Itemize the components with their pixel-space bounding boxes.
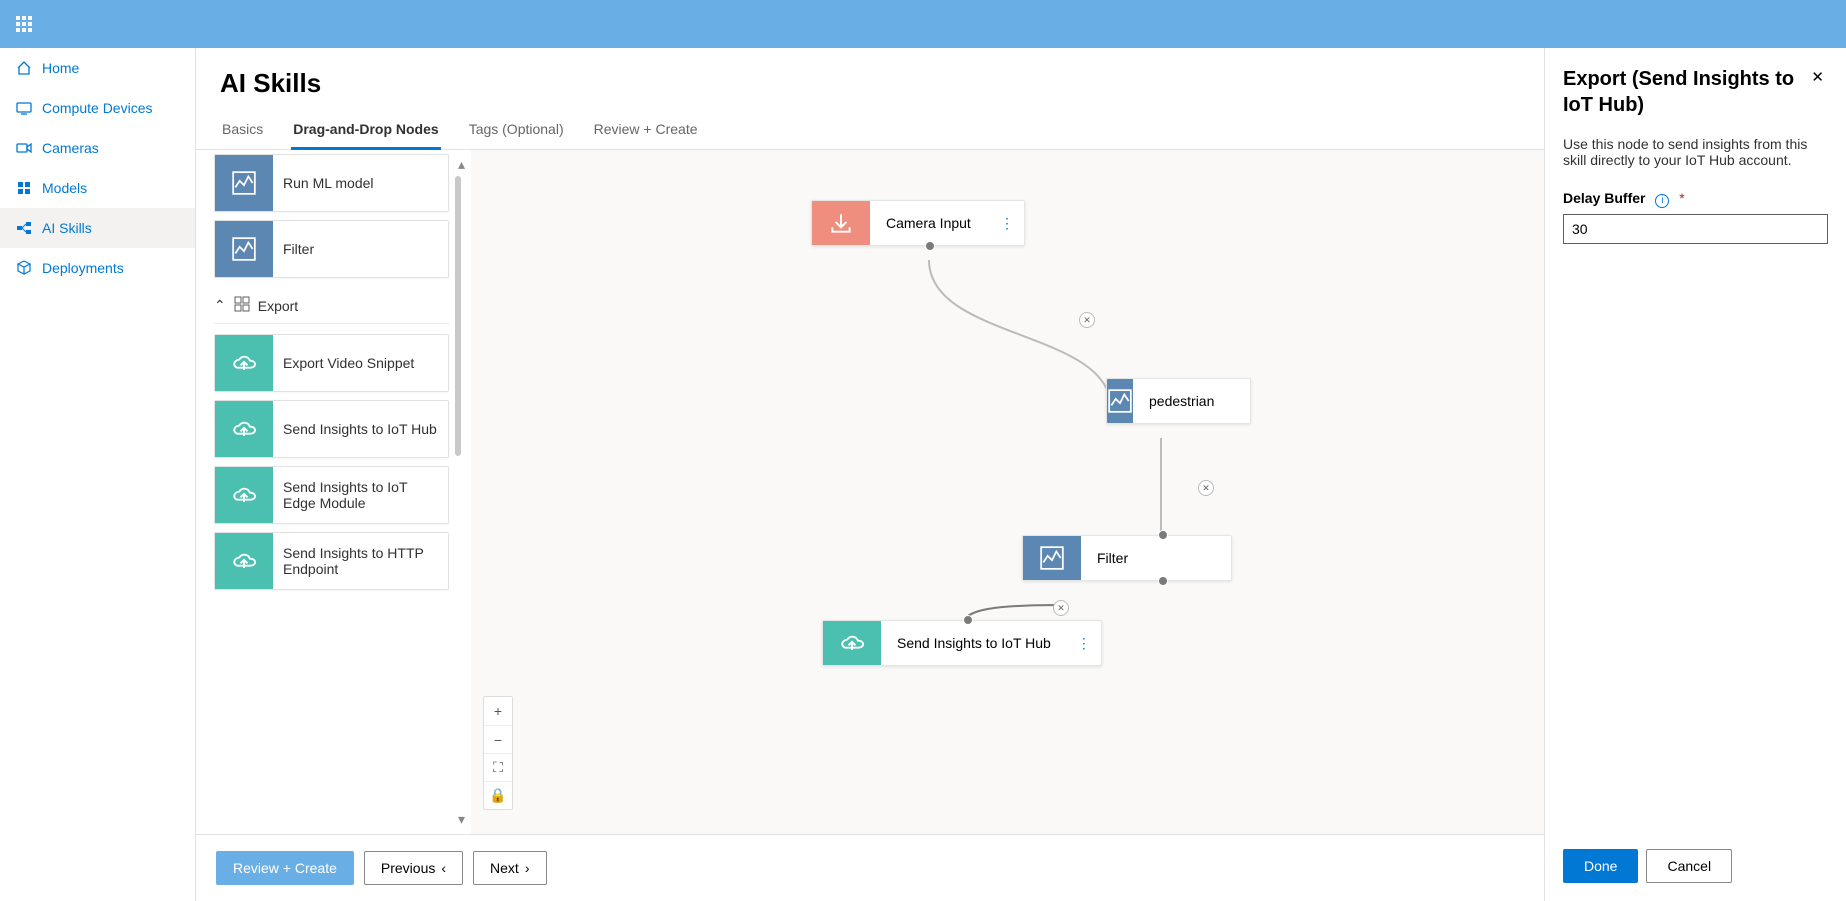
wizard-footer: Review + Create Previous ‹ Next › (196, 834, 1544, 901)
tab-drag-drop-nodes[interactable]: Drag-and-Drop Nodes (291, 113, 440, 150)
palette-category-export[interactable]: ⌃ Export (214, 286, 449, 324)
sidebar-label: AI Skills (42, 220, 92, 236)
tab-review-create[interactable]: Review + Create (592, 113, 700, 149)
delay-buffer-input[interactable] (1563, 214, 1828, 244)
zoom-out-icon[interactable]: − (484, 725, 512, 753)
model-node-icon (215, 221, 273, 277)
edge-delete-icon[interactable]: ✕ (1079, 312, 1095, 328)
scroll-up-icon[interactable]: ▴ (458, 156, 465, 173)
export-node-icon (215, 467, 273, 523)
port-in[interactable] (963, 615, 973, 625)
category-label: Export (258, 298, 298, 314)
node-palette: ▴ Run ML model Filter (196, 150, 471, 834)
export-node-icon (215, 401, 273, 457)
sidebar-item-compute-devices[interactable]: Compute Devices (0, 88, 195, 128)
palette-node-label: Export Video Snippet (273, 347, 448, 379)
delay-buffer-label: Delay Buffer (1563, 190, 1645, 206)
camera-icon (16, 140, 32, 156)
palette-node-label: Run ML model (273, 167, 448, 199)
sidebar-item-cameras[interactable]: Cameras (0, 128, 195, 168)
palette-node-filter[interactable]: Filter (214, 220, 449, 278)
port-in[interactable] (1158, 530, 1168, 540)
export-node-icon (823, 621, 881, 665)
button-label: Previous (381, 860, 435, 876)
export-node-icon (215, 335, 273, 391)
import-icon (812, 201, 870, 245)
fit-view-icon[interactable]: ⛶ (484, 753, 512, 781)
sidebar-label: Home (42, 60, 79, 76)
model-icon (16, 180, 32, 196)
cancel-button[interactable]: Cancel (1646, 849, 1732, 883)
canvas-node-camera-input[interactable]: Camera Input ⋮ (811, 200, 1025, 246)
node-label: pedestrian (1133, 379, 1251, 423)
review-create-button[interactable]: Review + Create (216, 851, 354, 885)
node-label: Filter (1081, 536, 1231, 580)
close-icon[interactable]: ✕ (1807, 66, 1828, 88)
node-label: Camera Input (870, 201, 990, 245)
page-title: AI Skills (220, 68, 1520, 99)
canvas-node-pedestrian[interactable]: pedestrian (1106, 378, 1251, 424)
palette-node-label: Filter (273, 233, 448, 265)
canvas-node-send-insights-iot-hub[interactable]: Send Insights to IoT Hub ⋮ (822, 620, 1102, 666)
export-node-icon (215, 533, 273, 589)
sidebar-item-models[interactable]: Models (0, 168, 195, 208)
edge-delete-icon[interactable]: ✕ (1198, 480, 1214, 496)
palette-node-export-video-snippet[interactable]: Export Video Snippet (214, 334, 449, 392)
panel-description: Use this node to send insights from this… (1563, 136, 1828, 168)
palette-node-run-ml-model[interactable]: Run ML model (214, 154, 449, 212)
palette-node-label: Send Insights to IoT Edge Module (273, 471, 448, 519)
model-node-icon (1107, 379, 1133, 423)
properties-panel: Export (Send Insights to IoT Hub) ✕ Use … (1544, 48, 1846, 901)
panel-title: Export (Send Insights to IoT Hub) (1563, 66, 1807, 118)
export-cat-icon (234, 296, 250, 315)
chevron-up-icon: ⌃ (214, 297, 226, 314)
more-icon[interactable]: ⋮ (990, 201, 1024, 245)
sidebar: Home Compute Devices Cameras Models AI S… (0, 48, 196, 901)
canvas-node-filter[interactable]: Filter (1022, 535, 1232, 581)
skills-icon (16, 220, 32, 236)
chevron-left-icon: ‹ (441, 860, 446, 876)
waffle-icon[interactable] (16, 16, 32, 32)
top-bar (0, 0, 1846, 48)
next-button[interactable]: Next › (473, 851, 546, 885)
palette-node-label: Send Insights to IoT Hub (273, 413, 448, 445)
edge-delete-icon[interactable]: ✕ (1053, 600, 1069, 616)
tab-basics[interactable]: Basics (220, 113, 265, 149)
done-button[interactable]: Done (1563, 849, 1638, 883)
palette-node-send-iot-edge[interactable]: Send Insights to IoT Edge Module (214, 466, 449, 524)
node-label: Send Insights to IoT Hub (881, 621, 1067, 665)
sidebar-label: Cameras (42, 140, 99, 156)
home-icon (16, 60, 32, 76)
chevron-right-icon: › (525, 860, 530, 876)
palette-node-label: Send Insights to HTTP Endpoint (273, 537, 448, 585)
sidebar-label: Compute Devices (42, 100, 153, 116)
scrollbar-thumb[interactable] (455, 176, 461, 456)
scroll-down-icon[interactable]: ▾ (458, 811, 465, 828)
info-icon[interactable]: i (1655, 194, 1669, 208)
lock-icon[interactable]: 🔒 (484, 781, 512, 809)
flow-canvas[interactable]: ✕ ✕ ✕ Camera Input ⋮ pedestrian (471, 150, 1544, 834)
canvas-controls: + − ⛶ 🔒 (483, 696, 513, 810)
device-icon (16, 100, 32, 116)
palette-node-send-iot-hub[interactable]: Send Insights to IoT Hub (214, 400, 449, 458)
button-label: Next (490, 860, 519, 876)
sidebar-item-deployments[interactable]: Deployments (0, 248, 195, 288)
tablist: Basics Drag-and-Drop Nodes Tags (Optiona… (196, 113, 1544, 150)
sidebar-item-ai-skills[interactable]: AI Skills (0, 208, 195, 248)
port-out[interactable] (925, 241, 935, 251)
model-node-icon (215, 155, 273, 211)
palette-node-send-http-endpoint[interactable]: Send Insights to HTTP Endpoint (214, 532, 449, 590)
model-node-icon (1023, 536, 1081, 580)
previous-button[interactable]: Previous ‹ (364, 851, 463, 885)
more-icon[interactable]: ⋮ (1067, 621, 1101, 665)
tab-tags[interactable]: Tags (Optional) (467, 113, 566, 149)
sidebar-label: Models (42, 180, 87, 196)
required-indicator: * (1679, 190, 1684, 206)
deployments-icon (16, 260, 32, 276)
sidebar-item-home[interactable]: Home (0, 48, 195, 88)
sidebar-label: Deployments (42, 260, 124, 276)
port-out[interactable] (1158, 576, 1168, 586)
zoom-in-icon[interactable]: + (484, 697, 512, 725)
